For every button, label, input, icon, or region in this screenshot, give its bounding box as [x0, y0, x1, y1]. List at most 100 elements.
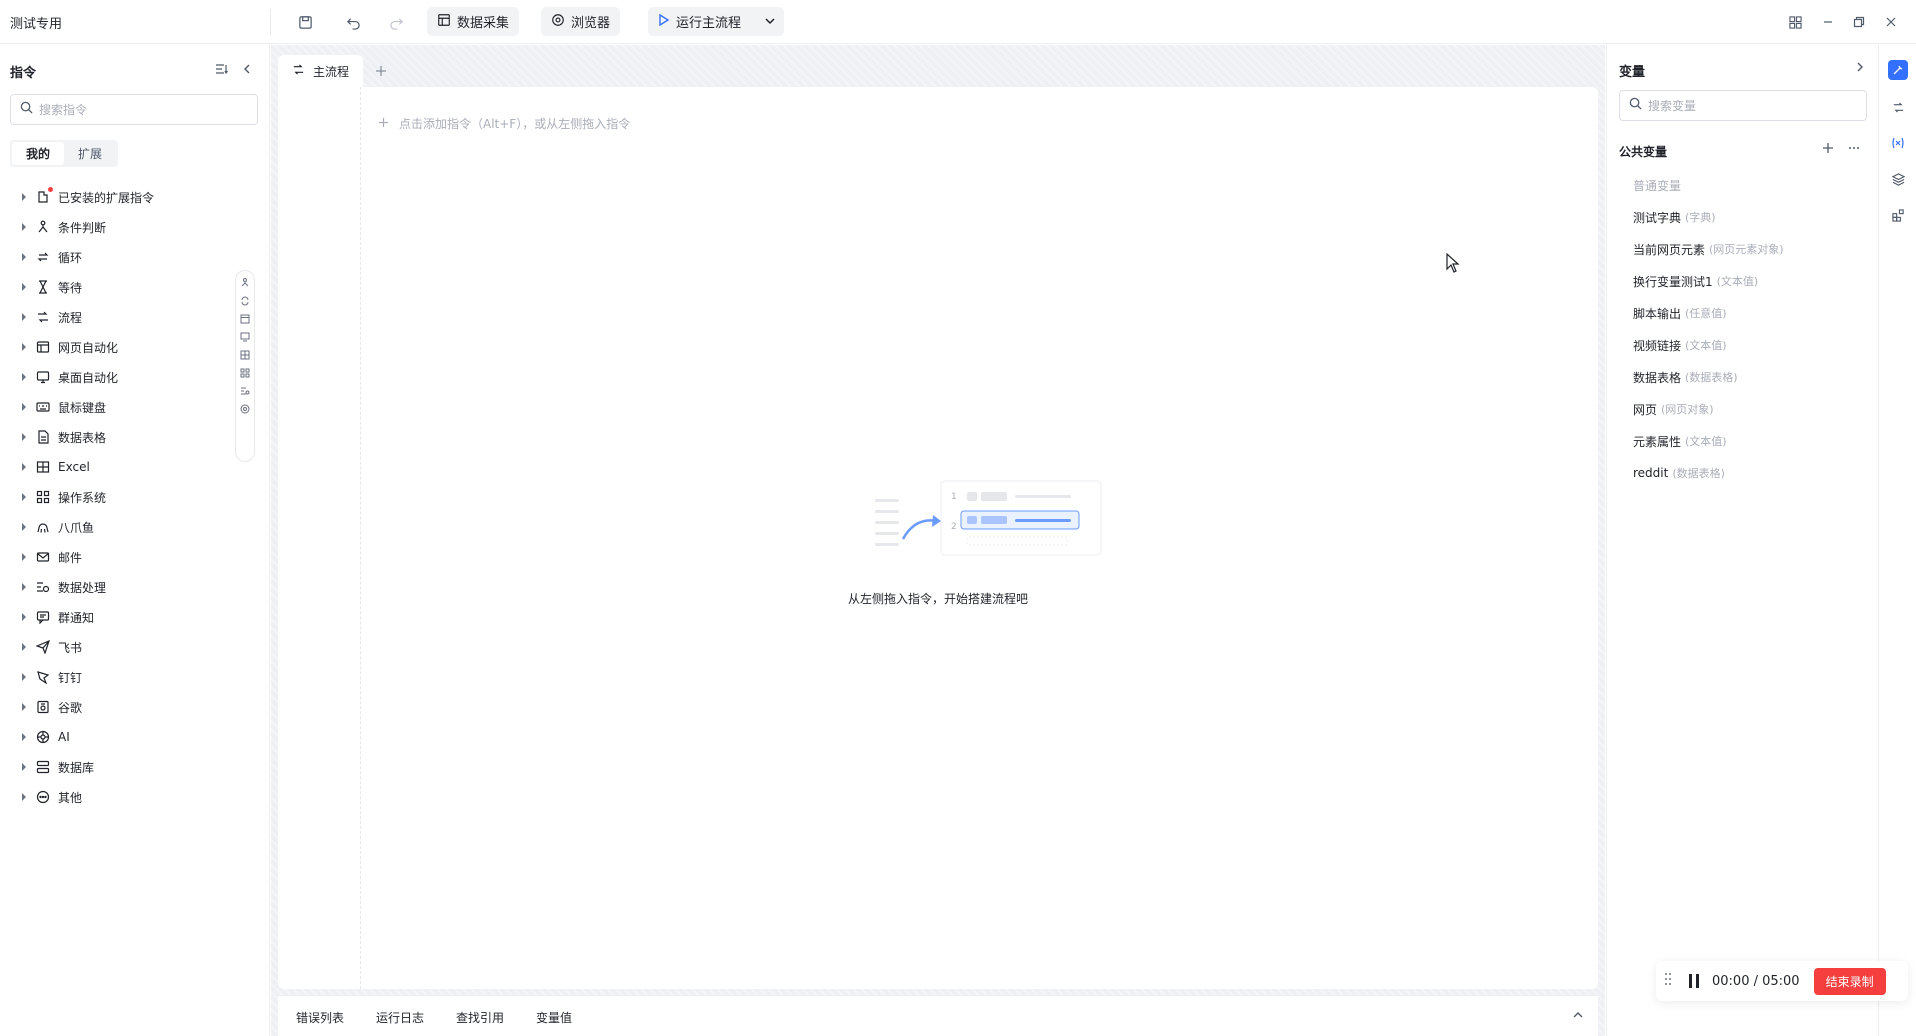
save-icon[interactable] [294, 11, 316, 33]
chevron-up-icon[interactable] [1572, 1009, 1584, 1025]
close-icon[interactable] [1880, 11, 1902, 33]
add-variable-icon[interactable] [1822, 142, 1834, 158]
tree-item[interactable]: 鼠标键盘 [0, 392, 230, 422]
layout-icon[interactable] [1784, 11, 1806, 33]
tree-item[interactable]: 操作系统 [0, 482, 230, 512]
drag-handle-icon[interactable] [1664, 972, 1676, 990]
tab-find-references[interactable]: 查找引用 [456, 1009, 504, 1026]
excel-icon[interactable] [239, 348, 251, 362]
add-command-hint[interactable]: 点击添加指令（Alt+F），或从左侧拖入指令 [378, 115, 630, 132]
caret-right-icon[interactable] [20, 703, 28, 711]
variable-item[interactable]: 元素属性 (文本值) [1633, 425, 1863, 457]
caret-right-icon[interactable] [20, 313, 28, 321]
caret-right-icon[interactable] [20, 493, 28, 501]
more-icon[interactable] [1847, 142, 1861, 158]
caret-right-icon[interactable] [20, 193, 28, 201]
tab-run-log[interactable]: 运行日志 [376, 1009, 424, 1026]
caret-right-icon[interactable] [20, 223, 28, 231]
run-main-button[interactable]: 运行主流程 [648, 7, 784, 36]
variable-item[interactable]: 测试字典 (字典) [1633, 201, 1863, 233]
tree-item[interactable]: 谷歌 [0, 692, 230, 722]
add-tab-button[interactable] [363, 55, 399, 87]
caret-right-icon[interactable] [20, 373, 28, 381]
ai-assistant-icon[interactable] [1888, 60, 1908, 80]
caret-right-icon[interactable] [20, 523, 28, 531]
tree-item[interactable]: 流程 [0, 302, 230, 332]
tree-item[interactable]: Excel [0, 452, 230, 482]
tree-item[interactable]: 其他 [0, 782, 230, 812]
variable-search-input[interactable] [1648, 98, 1848, 113]
tree-item[interactable]: 群通知 [0, 602, 230, 632]
minimize-icon[interactable] [1817, 11, 1839, 33]
segment-extension[interactable]: 扩展 [64, 142, 116, 165]
tree-item[interactable]: 等待 [0, 272, 230, 302]
branch-icon[interactable] [239, 276, 251, 290]
command-search[interactable] [10, 94, 258, 125]
caret-right-icon[interactable] [20, 763, 28, 771]
caret-right-icon[interactable] [20, 403, 28, 411]
desktop-icon[interactable] [239, 330, 251, 344]
data-capture-button[interactable]: 数据采集 [427, 7, 520, 36]
empty-illustration: 1 2 [875, 480, 1102, 556]
stop-recording-button[interactable]: 结束录制 [1813, 967, 1886, 995]
variable-item[interactable]: 换行变量测试1 (文本值) [1633, 265, 1863, 297]
tree-item[interactable]: 已安装的扩展指令 [0, 182, 230, 212]
tree-item[interactable]: 邮件 [0, 542, 230, 572]
collapse-all-icon[interactable] [213, 60, 231, 78]
caret-right-icon[interactable] [20, 433, 28, 441]
tab-error-list[interactable]: 错误列表 [296, 1009, 344, 1026]
tree-item[interactable]: 桌面自动化 [0, 362, 230, 392]
variable-item[interactable]: 网页 (网页对象) [1633, 393, 1863, 425]
variable-item[interactable]: 数据表格 (数据表格) [1633, 361, 1863, 393]
caret-right-icon[interactable] [20, 583, 28, 591]
tree-item[interactable]: 网页自动化 [0, 332, 230, 362]
caret-right-icon[interactable] [20, 643, 28, 651]
loop-icon[interactable] [239, 294, 251, 308]
tree-item[interactable]: 数据库 [0, 752, 230, 782]
redo-icon[interactable] [385, 11, 407, 33]
variable-item[interactable]: 当前网页元素 (网页元素对象) [1633, 233, 1863, 265]
chevron-down-icon[interactable] [764, 15, 776, 31]
tree-item[interactable]: 八爪鱼 [0, 512, 230, 542]
data-process-icon[interactable] [239, 384, 251, 398]
chevron-right-icon[interactable] [1854, 61, 1866, 77]
tree-item[interactable]: 条件判断 [0, 212, 230, 242]
flow-canvas[interactable]: 点击添加指令（Alt+F），或从左侧拖入指令 1 2 从左侧拖入指令，开始搭建流… [278, 87, 1598, 989]
caret-right-icon[interactable] [20, 733, 28, 741]
caret-right-icon[interactable] [20, 613, 28, 621]
variable-item[interactable]: 视频链接 (文本值) [1633, 329, 1863, 361]
components-icon[interactable] [1888, 205, 1908, 225]
caret-right-icon[interactable] [20, 673, 28, 681]
segment-mine[interactable]: 我的 [12, 142, 65, 165]
ai-icon[interactable] [239, 402, 251, 416]
variable-item[interactable]: 脚本输出 (任意值) [1633, 297, 1863, 329]
variable-item[interactable]: reddit (数据表格) [1633, 457, 1863, 489]
browser-button[interactable]: 浏览器 [541, 7, 621, 36]
caret-right-icon[interactable] [20, 553, 28, 561]
pause-icon[interactable] [1686, 973, 1702, 989]
chevron-left-icon[interactable] [238, 60, 256, 78]
command-search-input[interactable] [39, 102, 239, 117]
tree-item[interactable]: AI [0, 722, 230, 752]
caret-right-icon[interactable] [20, 253, 28, 261]
variable-group-label: 普通变量 [1633, 178, 1682, 193]
caret-right-icon[interactable] [20, 283, 28, 291]
flow-icon[interactable] [1888, 97, 1908, 117]
undo-icon[interactable] [342, 11, 364, 33]
tree-item[interactable]: 数据表格 [0, 422, 230, 452]
tree-item[interactable]: 数据处理 [0, 572, 230, 602]
tree-item[interactable]: 循环 [0, 242, 230, 272]
tree-item[interactable]: 飞书 [0, 632, 230, 662]
tree-item[interactable]: 钉钉 [0, 662, 230, 692]
caret-right-icon[interactable] [20, 343, 28, 351]
caret-right-icon[interactable] [20, 463, 28, 471]
layers-icon[interactable] [1888, 169, 1908, 189]
web-icon[interactable] [239, 312, 251, 326]
restore-icon[interactable] [1848, 11, 1870, 33]
grid-icon[interactable] [239, 366, 251, 380]
tab-main-flow[interactable]: 主流程 [278, 55, 364, 87]
variable-search[interactable] [1619, 90, 1867, 121]
variable-icon[interactable] [1888, 133, 1908, 153]
tab-variable-values[interactable]: 变量值 [536, 1009, 572, 1026]
caret-right-icon[interactable] [20, 793, 28, 801]
